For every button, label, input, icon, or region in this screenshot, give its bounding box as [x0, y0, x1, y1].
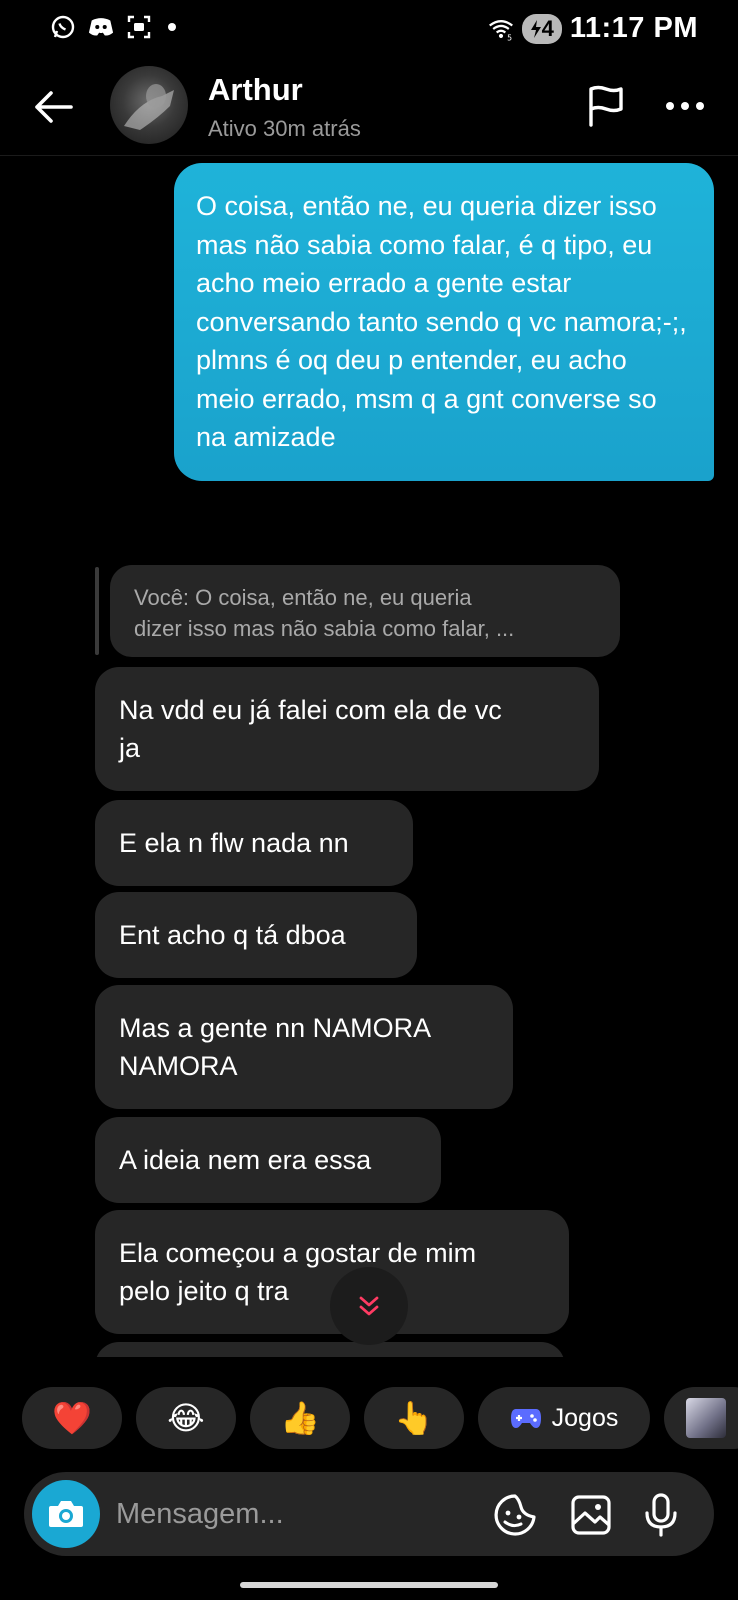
- pointing-up-icon: 👆: [394, 1400, 434, 1436]
- avatar[interactable]: [110, 66, 188, 144]
- sticker-thumbnail: [686, 1398, 726, 1438]
- games-button[interactable]: Jogos: [478, 1387, 650, 1449]
- incoming-message[interactable]: Ent acho q tá dboa: [95, 892, 417, 978]
- laughing-face-icon: 😂: [167, 1400, 205, 1436]
- message-line: pelo jeito q tra: [119, 1276, 289, 1306]
- contact-status: Ativo 30m atrás: [208, 116, 361, 141]
- camera-icon: [49, 1501, 83, 1527]
- message-line: NAMORA: [119, 1051, 238, 1081]
- incoming-message[interactable]: A ideia nem era essa: [95, 1117, 441, 1203]
- incoming-message[interactable]: Mas a gente nn NAMORA NAMORA: [95, 985, 513, 1109]
- wifi-icon: 5: [488, 16, 514, 42]
- voice-message-button[interactable]: [638, 1492, 684, 1538]
- flag-icon: [589, 85, 623, 127]
- image-icon: [571, 1495, 611, 1535]
- gallery-button[interactable]: [568, 1492, 614, 1538]
- reaction-heart-button[interactable]: ❤️: [22, 1387, 122, 1449]
- reply-quote-line: Você: O coisa, então ne, eu queria: [134, 585, 472, 610]
- message-line: Ent acho q tá dboa: [119, 920, 346, 950]
- notification-dot: [168, 23, 176, 31]
- message-line: ja: [119, 733, 141, 763]
- reply-quote[interactable]: Você: O coisa, então ne, eu queria dizer…: [110, 565, 620, 657]
- incoming-message[interactable]: [95, 1342, 565, 1357]
- message-line: E ela n flw nada nn: [119, 828, 349, 858]
- battery-charging-icon: 4: [521, 13, 562, 44]
- camera-button[interactable]: [32, 1480, 100, 1548]
- outgoing-message[interactable]: O coisa, então ne, eu queria dizer isso …: [174, 163, 714, 481]
- message-input[interactable]: [116, 1490, 476, 1538]
- status-time: 11:17 PM: [569, 12, 698, 44]
- reply-indicator-bar: [95, 567, 99, 655]
- sticker-icon: [494, 1494, 536, 1536]
- screenshot-icon: [126, 14, 152, 40]
- reaction-thumbs-up-button[interactable]: 👍: [250, 1387, 350, 1449]
- discord-icon: [88, 14, 114, 40]
- status-bar-system: 5 4 11:17 PM: [488, 12, 698, 45]
- whatsapp-icon: [50, 14, 76, 40]
- message-line: Mas a gente nn NAMORA: [119, 1013, 432, 1043]
- reply-quote-line: dizer isso mas não sabia como falar, ...: [134, 616, 515, 641]
- message-line: Na vdd eu já falei com ela de vc: [119, 695, 502, 725]
- more-icon: [666, 102, 704, 110]
- status-bar: 5 4 11:17 PM: [0, 0, 738, 56]
- quick-reactions: ❤️ 😂 👍 👆 Jogos: [22, 1387, 738, 1449]
- status-bar-notifications: [50, 14, 176, 40]
- battery-level: 4: [541, 15, 554, 41]
- more-options-button[interactable]: [660, 86, 710, 126]
- chat-header: Arthur Ativo 30m atrás: [0, 56, 738, 156]
- sticker-picker-button[interactable]: [492, 1492, 538, 1538]
- reaction-laugh-button[interactable]: 😂: [136, 1387, 236, 1449]
- scroll-to-bottom-button[interactable]: [330, 1267, 408, 1345]
- home-indicator[interactable]: [240, 1582, 498, 1588]
- double-chevron-down-icon: [359, 1296, 379, 1316]
- incoming-message[interactable]: Na vdd eu já falei com ela de vc ja: [95, 667, 599, 791]
- svg-text:5: 5: [507, 33, 512, 42]
- back-button[interactable]: [30, 84, 76, 130]
- heart-icon: ❤️: [52, 1400, 92, 1436]
- report-button[interactable]: [582, 82, 630, 130]
- back-arrow-icon: [35, 91, 73, 123]
- message-line: Ela começou a gostar de mim: [119, 1238, 477, 1268]
- games-label: Jogos: [551, 1403, 619, 1432]
- message-composer: [24, 1472, 714, 1556]
- incoming-message[interactable]: E ela n flw nada nn: [95, 800, 413, 886]
- contact-name[interactable]: Arthur: [208, 72, 303, 108]
- microphone-icon: [645, 1493, 677, 1537]
- reaction-point-button[interactable]: 👆: [364, 1387, 464, 1449]
- message-line: A ideia nem era essa: [119, 1145, 372, 1175]
- message-list[interactable]: O coisa, então ne, eu queria dizer isso …: [0, 157, 738, 1357]
- thumbs-up-icon: 👍: [280, 1400, 320, 1436]
- gamepad-icon: [510, 1409, 541, 1428]
- sticker-button[interactable]: [664, 1387, 738, 1449]
